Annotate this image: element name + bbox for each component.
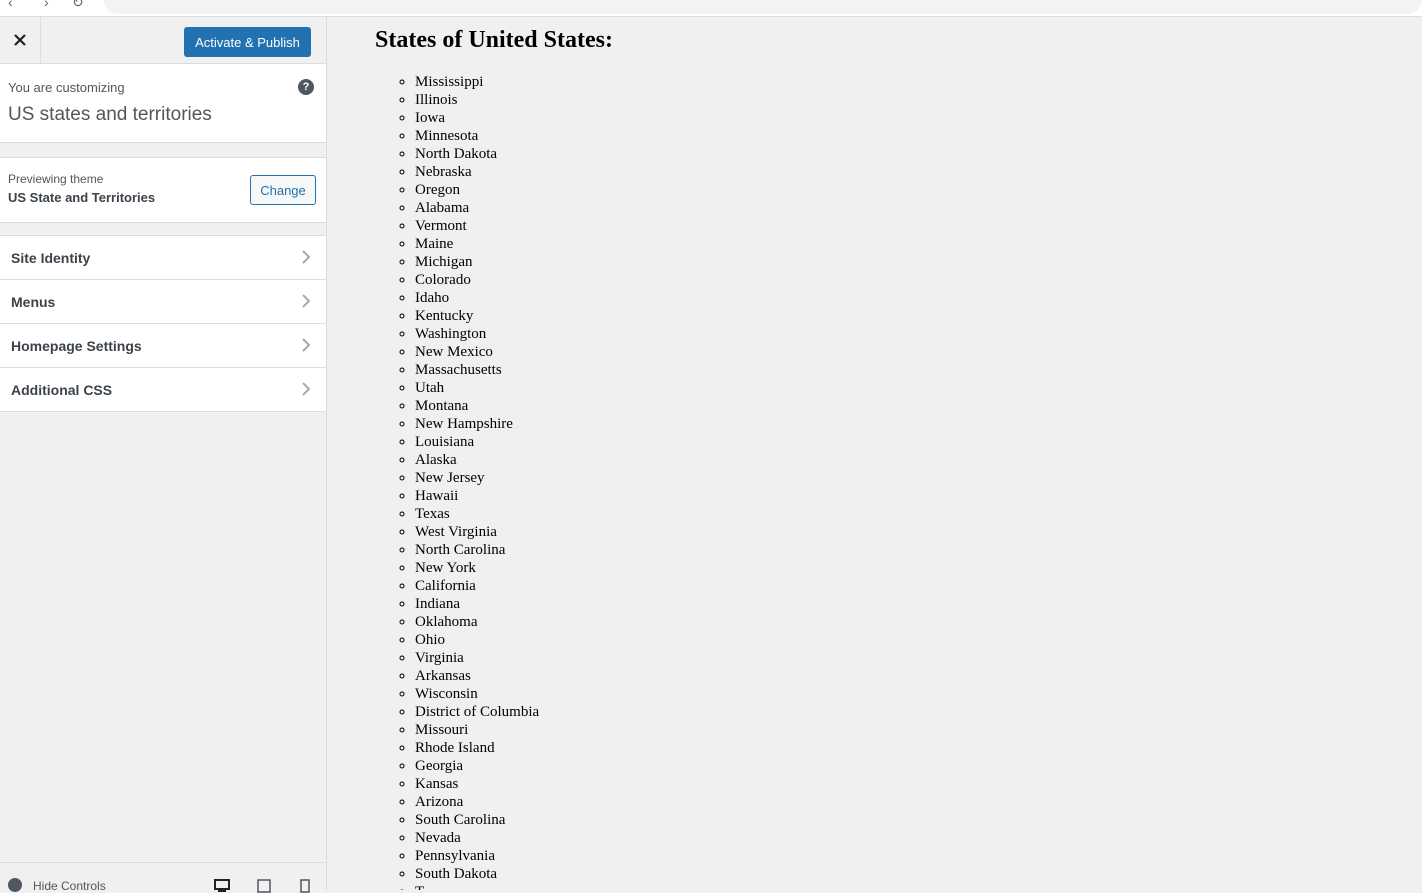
- state-list-item: South Carolina: [415, 811, 539, 829]
- state-list-item: Kentucky: [415, 307, 539, 325]
- state-list-item: Arkansas: [415, 667, 539, 685]
- theme-label: Previewing theme: [8, 172, 104, 186]
- state-list-item: California: [415, 577, 539, 595]
- theme-name: US State and Territories: [8, 190, 156, 205]
- chevron-right-icon: [302, 294, 311, 308]
- section-label: Site Identity: [11, 250, 91, 266]
- browser-toolbar: ‹ › ↻: [0, 0, 1422, 17]
- state-list-item: Rhode Island: [415, 739, 539, 757]
- state-list-item: Michigan: [415, 253, 539, 271]
- chevron-right-icon: [302, 250, 311, 264]
- state-list-item: Arizona: [415, 793, 539, 811]
- state-list-item: New Hampshire: [415, 415, 539, 433]
- state-list-item: Illinois: [415, 91, 539, 109]
- back-icon[interactable]: ‹: [8, 0, 13, 10]
- section-site-identity[interactable]: Site Identity: [0, 235, 326, 280]
- desktop-preview-icon[interactable]: [214, 879, 230, 893]
- state-list-item: Georgia: [415, 757, 539, 775]
- state-list-item: Nevada: [415, 829, 539, 847]
- state-list-item: Minnesota: [415, 127, 539, 145]
- section-homepage-settings[interactable]: Homepage Settings: [0, 323, 326, 368]
- state-list-item: Alabama: [415, 199, 539, 217]
- state-list-item: Ohio: [415, 631, 539, 649]
- state-list-item: Alaska: [415, 451, 539, 469]
- states-list: MississippiIllinoisIowaMinnesotaNorth Da…: [375, 73, 539, 890]
- state-list-item: District of Columbia: [415, 703, 539, 721]
- state-list-item: Idaho: [415, 289, 539, 307]
- state-list-item: South Dakota: [415, 865, 539, 883]
- customizing-info: You are customizing US states and territ…: [0, 64, 326, 143]
- state-list-item: Missouri: [415, 721, 539, 739]
- state-list-item: Kansas: [415, 775, 539, 793]
- section-label: Homepage Settings: [11, 338, 142, 354]
- state-list-item: T: [415, 883, 539, 890]
- page-heading: States of United States:: [375, 27, 613, 53]
- section-label: Menus: [11, 294, 56, 310]
- change-theme-button[interactable]: Change: [250, 175, 316, 205]
- help-icon[interactable]: ?: [298, 79, 314, 95]
- state-list-item: Nebraska: [415, 163, 539, 181]
- reload-icon[interactable]: ↻: [72, 0, 84, 11]
- close-button[interactable]: [0, 17, 41, 63]
- customizer-footer: Hide Controls: [0, 862, 326, 893]
- customizer-sections: Site Identity Menus Homepage Settings Ad…: [0, 235, 326, 412]
- close-icon: [14, 34, 26, 46]
- state-list-item: Massachusetts: [415, 361, 539, 379]
- section-menus[interactable]: Menus: [0, 279, 326, 324]
- hide-controls-button[interactable]: Hide Controls: [33, 879, 106, 893]
- activate-publish-button[interactable]: Activate & Publish: [184, 27, 311, 57]
- mobile-preview-icon[interactable]: [300, 879, 310, 893]
- customizing-label: You are customizing: [8, 80, 125, 95]
- section-label: Additional CSS: [11, 382, 113, 398]
- theme-panel: Previewing theme US State and Territorie…: [0, 157, 326, 223]
- state-list-item: Louisiana: [415, 433, 539, 451]
- chevron-right-icon: [302, 382, 311, 396]
- state-list-item: Texas: [415, 505, 539, 523]
- state-list-item: New York: [415, 559, 539, 577]
- state-list-item: North Carolina: [415, 541, 539, 559]
- state-list-item: Oregon: [415, 181, 539, 199]
- state-list-item: Washington: [415, 325, 539, 343]
- state-list-item: Utah: [415, 379, 539, 397]
- state-list-item: New Mexico: [415, 343, 539, 361]
- forward-icon[interactable]: ›: [44, 0, 49, 10]
- state-list-item: New Jersey: [415, 469, 539, 487]
- state-list-item: Maine: [415, 235, 539, 253]
- state-list-item: Iowa: [415, 109, 539, 127]
- chevron-right-icon: [302, 338, 311, 352]
- state-list-item: North Dakota: [415, 145, 539, 163]
- state-list-item: Pennsylvania: [415, 847, 539, 865]
- state-list-item: Montana: [415, 397, 539, 415]
- site-title: US states and territories: [8, 104, 212, 125]
- state-list-item: Oklahoma: [415, 613, 539, 631]
- customizer-sidebar: Activate & Publish You are customizing U…: [0, 17, 327, 893]
- site-preview: States of United States: MississippiIlli…: [327, 17, 1422, 890]
- customizer-header: Activate & Publish: [0, 17, 326, 64]
- section-additional-css[interactable]: Additional CSS: [0, 367, 326, 412]
- state-list-item: Colorado: [415, 271, 539, 289]
- state-list-item: Virginia: [415, 649, 539, 667]
- state-list-item: Hawaii: [415, 487, 539, 505]
- state-list-item: Vermont: [415, 217, 539, 235]
- tablet-preview-icon[interactable]: [257, 879, 271, 893]
- state-list-item: West Virginia: [415, 523, 539, 541]
- address-bar[interactable]: [104, 0, 1422, 14]
- state-list-item: Wisconsin: [415, 685, 539, 703]
- state-list-item: Indiana: [415, 595, 539, 613]
- state-list-item: Mississippi: [415, 73, 539, 91]
